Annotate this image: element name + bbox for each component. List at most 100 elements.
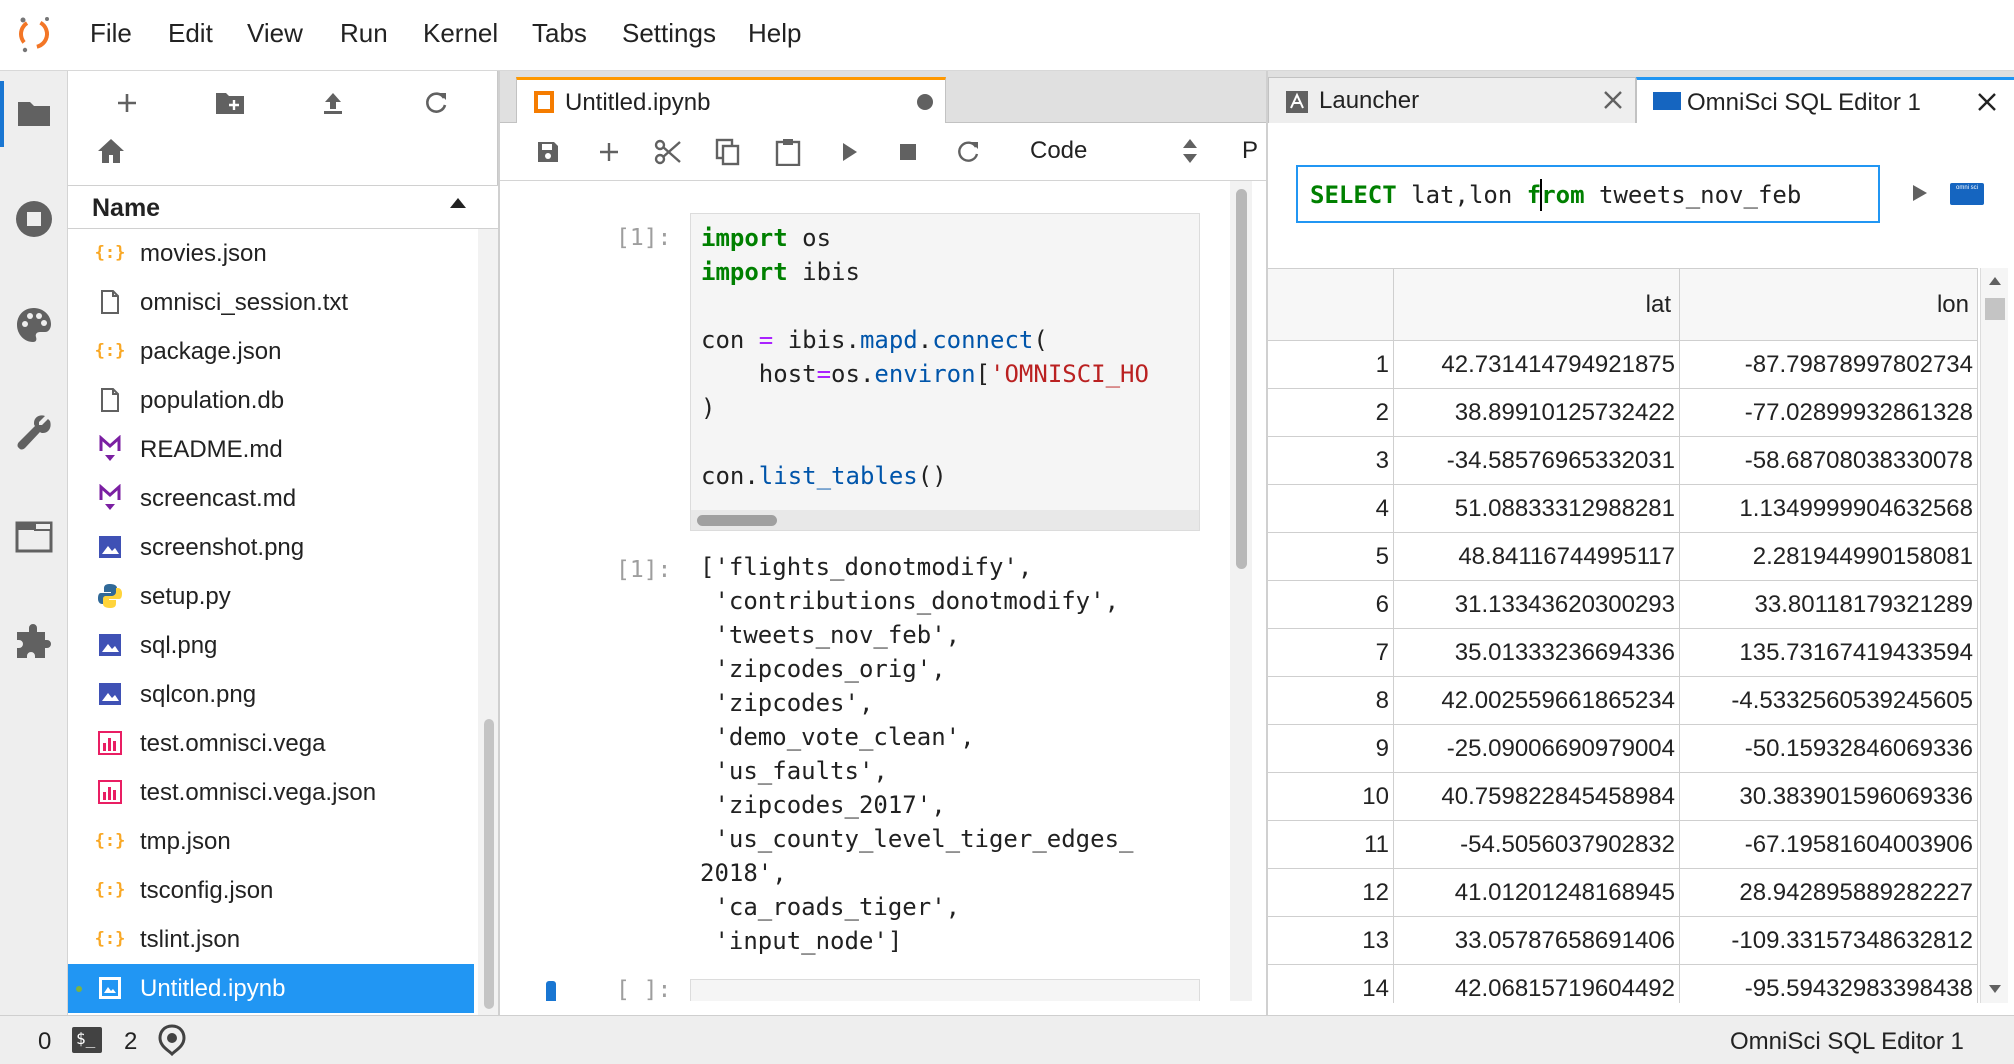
paste-button[interactable] [768, 133, 808, 171]
table-row[interactable]: 4 51.08833312988281 1.1349999904632568 [1268, 485, 1978, 533]
table-row[interactable]: 5 48.84116744995117 2.281944990158081 [1268, 533, 1978, 581]
tab-untitled-ipynb[interactable]: Untitled.ipynb [516, 77, 946, 124]
close-icon[interactable] [1973, 88, 2001, 116]
file-list-item[interactable]: population.db [68, 376, 474, 425]
file-list-item[interactable]: sqlcon.png [68, 670, 474, 719]
text-cursor [1540, 179, 1542, 211]
scrollbar-thumb[interactable] [1985, 298, 2005, 320]
file-list-item[interactable]: screenshot.png [68, 523, 474, 572]
file-list-item[interactable]: test.omnisci.vega.json [68, 768, 474, 817]
table-row[interactable]: 1 42.731414794921875 -87.79878997802734 [1268, 341, 1978, 389]
new-folder-button[interactable] [205, 81, 255, 125]
file-list-item[interactable]: test.omnisci.vega [68, 719, 474, 768]
plus-icon [600, 143, 618, 161]
unsaved-indicator-icon[interactable] [917, 94, 933, 110]
results-scrollbar[interactable] [1980, 268, 2008, 1003]
file-list-item[interactable]: {:} tslint.json [68, 915, 474, 964]
table-row[interactable]: 14 42.06815719604492 -95.59432983398438 [1268, 965, 1978, 1003]
file-list-item[interactable]: README.md [68, 425, 474, 474]
interrupt-button[interactable] [888, 133, 928, 171]
file-name: Untitled.ipynb [140, 975, 286, 1002]
file-list-item[interactable]: Untitled.ipynb [68, 964, 474, 1013]
file-icon [96, 288, 124, 316]
menu-view[interactable]: View [247, 18, 303, 49]
terminal-icon[interactable]: $_ [72, 1027, 102, 1053]
table-row[interactable]: 7 35.01333236694336 135.73167419433594 [1268, 629, 1978, 677]
code-cell-editor[interactable]: import os import ibis con = ibis.mapd.co… [690, 213, 1200, 531]
file-list-header[interactable]: Name [68, 185, 498, 229]
close-icon[interactable] [1599, 86, 1627, 114]
scrollbar-thumb[interactable] [697, 515, 777, 526]
notebook-body[interactable]: [1]: import os import ibis con = ibis.ma… [500, 181, 1268, 1001]
copy-button[interactable] [708, 133, 748, 171]
scrollbar-thumb[interactable] [484, 719, 494, 1009]
run-cell-button[interactable] [829, 133, 869, 171]
play-icon [1913, 185, 1927, 201]
cell-type-select[interactable]: Code [1030, 135, 1220, 169]
menu-settings[interactable]: Settings [622, 18, 716, 49]
tab-launcher[interactable]: Launcher [1268, 77, 1636, 124]
refresh-button[interactable] [411, 81, 461, 125]
file-list-item[interactable]: {:} package.json [68, 327, 474, 376]
output-line: 'demo_vote_clean', [700, 723, 975, 751]
table-row[interactable]: 2 38.89910125732422 -77.02899932861328 [1268, 389, 1978, 437]
file-list-item[interactable]: {:} tsconfig.json [68, 866, 474, 915]
file-name: movies.json [140, 240, 267, 267]
sort-ascending-icon[interactable] [450, 198, 466, 208]
wrench-icon[interactable] [12, 410, 56, 454]
table-row[interactable]: 9 -25.09006690979004 -50.15932846069336 [1268, 725, 1978, 773]
table-row[interactable]: 8 42.002559661865234 -4.5332560539245605 [1268, 677, 1978, 725]
index-column-header [1268, 269, 1394, 341]
file-list-item[interactable]: sql.png [68, 621, 474, 670]
menu-tabs[interactable]: Tabs [532, 18, 587, 49]
next-code-cell[interactable] [690, 979, 1200, 1001]
scrollbar-thumb[interactable] [1236, 189, 1247, 569]
file-list-item[interactable]: omnisci_session.txt [68, 278, 474, 327]
markdown-file-icon [96, 435, 124, 463]
active-cell-indicator [546, 981, 556, 1001]
table-row[interactable]: 11 -54.5056037902832 -67.19581604003906 [1268, 821, 1978, 869]
output-line: 'tweets_nov_feb', [700, 621, 961, 649]
menu-run[interactable]: Run [340, 18, 388, 49]
file-list-item[interactable]: {:} tmp.json [68, 817, 474, 866]
table-row[interactable]: 13 33.05787658691406 -109.33157348632812 [1268, 917, 1978, 965]
file-list-scrollbar[interactable] [478, 229, 498, 1015]
play-icon [843, 143, 857, 161]
running-icon[interactable] [12, 197, 56, 241]
code-line: import os [701, 224, 832, 252]
palette-icon[interactable] [12, 303, 56, 347]
menu-help[interactable]: Help [748, 18, 801, 49]
sql-query-input[interactable]: SELECT lat,lon from tweets_nov_feb [1296, 165, 1880, 223]
scroll-up-icon[interactable] [1988, 276, 2002, 286]
upload-button[interactable] [308, 81, 358, 125]
lat-column-header[interactable]: lat [1394, 269, 1680, 341]
cut-button[interactable] [648, 133, 688, 171]
extension-icon[interactable] [12, 621, 56, 665]
notebook-scrollbar[interactable] [1230, 181, 1252, 1001]
file-list-item[interactable]: screencast.md [68, 474, 474, 523]
tabs-icon[interactable] [12, 515, 56, 559]
tab-omnisci-sql-editor[interactable]: OmniSci SQL Editor 1 [1636, 77, 2014, 124]
home-breadcrumb-icon[interactable] [96, 137, 126, 167]
file-list-item[interactable]: {:} movies.json [68, 229, 474, 278]
table-row[interactable]: 6 31.13343620300293 33.80118179321289 [1268, 581, 1978, 629]
table-row[interactable]: 10 40.759822845458984 30.383901596069336 [1268, 773, 1978, 821]
file-name: test.omnisci.vega.json [140, 779, 377, 806]
folder-icon[interactable] [12, 91, 56, 135]
new-launcher-button[interactable] [102, 81, 152, 125]
save-button[interactable] [528, 133, 568, 171]
code-horizontal-scrollbar[interactable] [691, 510, 1199, 530]
restart-kernel-button[interactable] [948, 133, 988, 171]
table-row[interactable]: 12 41.01201248168945 28.942895889282227 [1268, 869, 1978, 917]
kernel-status-icon[interactable] [158, 1024, 186, 1057]
run-query-button[interactable] [1908, 181, 1932, 205]
menu-kernel[interactable]: Kernel [423, 18, 498, 49]
scroll-down-icon[interactable] [1988, 984, 2002, 994]
menu-file[interactable]: File [90, 18, 132, 49]
lon-column-header[interactable]: lon [1680, 269, 1978, 341]
table-row[interactable]: 3 -34.58576965332031 -58.68708038330078 [1268, 437, 1978, 485]
menu-edit[interactable]: Edit [168, 18, 213, 49]
upload-icon [324, 93, 342, 114]
insert-cell-button[interactable] [589, 133, 629, 171]
file-list-item[interactable]: setup.py [68, 572, 474, 621]
